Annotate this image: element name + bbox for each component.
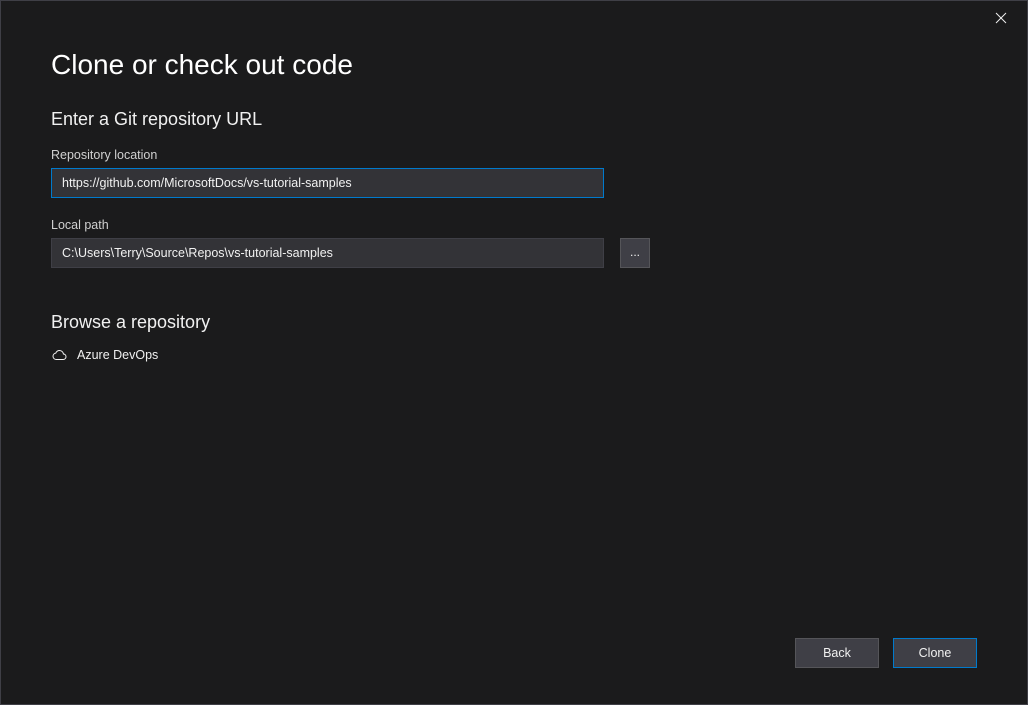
local-path-input[interactable] bbox=[51, 238, 604, 268]
local-path-label: Local path bbox=[51, 218, 977, 232]
provider-azure-devops[interactable]: Azure DevOps bbox=[51, 345, 977, 365]
cloud-icon bbox=[51, 347, 67, 363]
back-button[interactable]: Back bbox=[795, 638, 879, 668]
browse-repository-heading: Browse a repository bbox=[51, 312, 977, 333]
section-heading: Enter a Git repository URL bbox=[51, 109, 977, 130]
close-button[interactable] bbox=[995, 11, 1013, 29]
browse-path-button[interactable]: ... bbox=[620, 238, 650, 268]
clone-button[interactable]: Clone bbox=[893, 638, 977, 668]
close-icon bbox=[995, 12, 1007, 24]
provider-label: Azure DevOps bbox=[77, 348, 158, 362]
repository-location-label: Repository location bbox=[51, 148, 977, 162]
page-title: Clone or check out code bbox=[51, 49, 977, 81]
repository-location-input[interactable] bbox=[51, 168, 604, 198]
